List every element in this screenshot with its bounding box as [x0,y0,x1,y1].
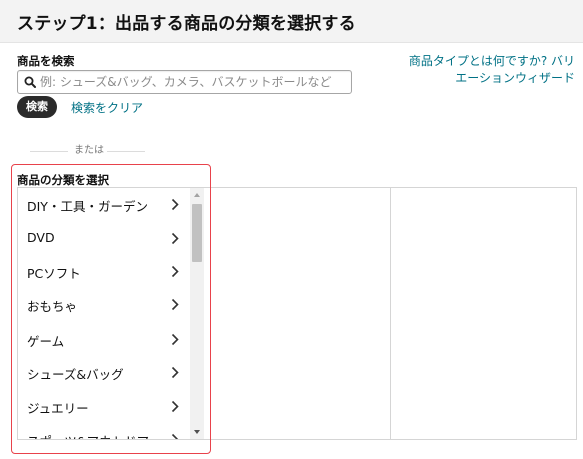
clear-search-link[interactable]: 検索をクリア [71,99,143,116]
panel-divider [390,188,391,439]
search-label: 商品を検索 [17,54,75,68]
highlight-box [11,164,211,454]
divider-line-right [107,151,145,152]
or-divider: または [30,145,145,157]
search-input[interactable] [40,72,346,92]
help-links: 商品タイプとは何ですか? バリ エーションウィザード [395,53,575,87]
or-text: または [74,145,104,156]
product-type-help-link[interactable]: 商品タイプとは何ですか? バリ [395,53,575,70]
variation-wizard-link[interactable]: エーションウィザード [395,70,575,87]
page-title: ステップ1：出品する商品の分類を選択する [17,14,356,34]
divider-line-left [30,151,68,152]
search-box[interactable] [17,70,352,94]
search-button[interactable]: 検索 [17,96,57,118]
page-header: ステップ1：出品する商品の分類を選択する [0,0,583,43]
search-icon [24,76,36,88]
